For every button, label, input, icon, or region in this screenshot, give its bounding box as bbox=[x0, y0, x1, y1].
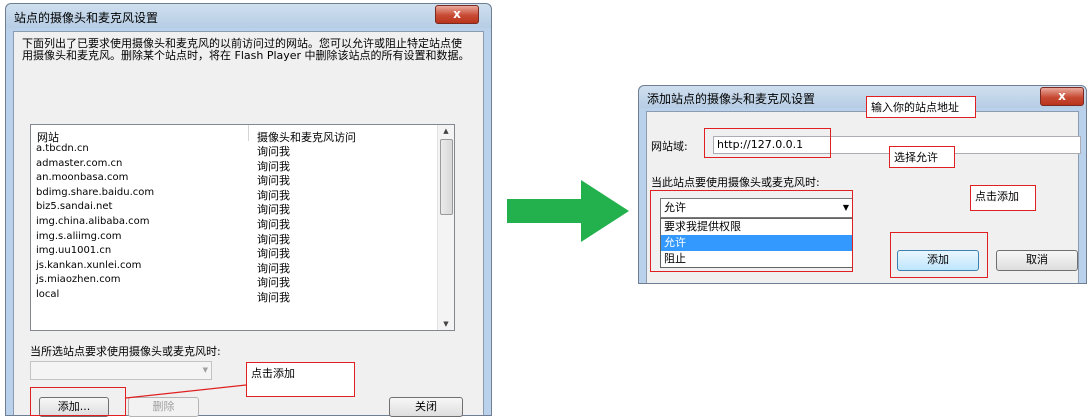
site-cell: img.uu1001.cn bbox=[36, 245, 112, 257]
site-cell: local bbox=[36, 289, 60, 300]
access-cell: 询问我 bbox=[257, 174, 290, 188]
table-row[interactable]: img.china.alibaba.com 询问我 bbox=[31, 216, 436, 231]
annotation-enter-address: 输入你的站点地址 bbox=[866, 96, 976, 118]
dialog-body: 下面列出了已要求使用摄像头和麦克风的以前访问过的网站。您可以允许或阻止特定站点使… bbox=[13, 31, 484, 417]
dialog-description: 下面列出了已要求使用摄像头和麦克风的以前访问过的网站。您可以允许或阻止特定站点使… bbox=[22, 37, 470, 62]
annotation-select-allow: 选择允许 bbox=[889, 146, 955, 168]
dropdown-highlight bbox=[650, 190, 853, 272]
chevron-down-icon: ▼ bbox=[202, 366, 208, 374]
access-cell: 询问我 bbox=[257, 276, 290, 290]
annotation-click-add-left: 点击添加 bbox=[246, 362, 355, 397]
site-cell: an.moonbasa.com bbox=[36, 172, 129, 184]
access-cell: 询问我 bbox=[257, 159, 290, 173]
site-cell: js.kankan.xunlei.com bbox=[36, 259, 142, 271]
site-cell: biz5.sandai.net bbox=[36, 201, 113, 213]
site-domain-label: 网站域: bbox=[651, 140, 688, 153]
site-cell: bdimg.share.baidu.com bbox=[36, 186, 155, 198]
table-row[interactable]: bdimg.share.baidu.com 询问我 bbox=[31, 186, 436, 202]
table-row[interactable]: biz5.sandai.net 询问我 bbox=[31, 201, 436, 217]
scroll-thumb[interactable] bbox=[440, 139, 453, 215]
access-select-disabled: ▼ bbox=[30, 361, 212, 380]
dialog-title: 站点的摄像头和麦克风设置 bbox=[14, 11, 159, 25]
access-cell: 询问我 bbox=[257, 247, 290, 261]
site-input-highlight bbox=[704, 128, 831, 158]
add-button-highlight bbox=[30, 387, 126, 416]
dialog-title: 添加站点的摄像头和麦克风设置 bbox=[647, 92, 816, 106]
site-cell: js.miaozhen.com bbox=[36, 274, 121, 286]
access-cell: 询问我 bbox=[257, 261, 290, 275]
arrow-right-icon bbox=[507, 180, 629, 242]
access-cell: 询问我 bbox=[257, 203, 290, 217]
annotation-click-add-right: 点击添加 bbox=[970, 185, 1036, 211]
close-button[interactable]: 关闭 bbox=[389, 397, 463, 417]
sites-table[interactable]: 网站 摄像头和麦克风访问 a.tbcdn.cn 询问我 admaster.com.c… bbox=[30, 124, 455, 331]
table-row[interactable]: js.miaozhen.com 询问我 bbox=[31, 274, 436, 290]
close-icon[interactable]: x bbox=[435, 5, 479, 24]
camera-mic-settings-dialog: 站点的摄像头和麦克风设置 x 下面列出了已要求使用摄像头和麦克风的以前访问过的网… bbox=[5, 3, 492, 417]
table-row[interactable]: local 询问我 bbox=[31, 289, 436, 304]
scroll-down-icon[interactable]: ▼ bbox=[438, 320, 454, 328]
delete-site-button: 删除 bbox=[128, 397, 199, 417]
close-icon[interactable]: x bbox=[1040, 87, 1084, 106]
site-cell: img.s.aliimg.com bbox=[36, 230, 122, 242]
table-row[interactable]: a.tbcdn.cn 询问我 bbox=[31, 143, 436, 158]
dialog-titlebar: 添加站点的摄像头和麦克风设置 x bbox=[639, 86, 1086, 108]
table-row[interactable]: js.kankan.xunlei.com 询问我 bbox=[31, 259, 436, 275]
access-cell: 询问我 bbox=[257, 291, 290, 304]
column-divider bbox=[248, 125, 249, 141]
access-prompt-label: 当此站点要使用摄像头或麦克风时: bbox=[651, 176, 820, 189]
table-row[interactable]: admaster.com.cn 询问我 bbox=[31, 157, 436, 173]
scroll-up-icon[interactable]: ▲ bbox=[438, 127, 454, 135]
access-cell: 询问我 bbox=[257, 145, 290, 158]
table-row[interactable]: img.uu1001.cn 询问我 bbox=[31, 245, 436, 261]
table-row[interactable]: an.moonbasa.com 询问我 bbox=[31, 172, 436, 188]
site-cell: a.tbcdn.cn bbox=[36, 143, 89, 154]
add-button-highlight bbox=[890, 232, 988, 278]
access-cell: 询问我 bbox=[257, 232, 290, 246]
vertical-scrollbar[interactable]: ▲ ▼ bbox=[437, 125, 454, 330]
cancel-button[interactable]: 取消 bbox=[996, 250, 1078, 271]
dialog-titlebar: 站点的摄像头和麦克风设置 x bbox=[6, 4, 491, 28]
access-cell: 询问我 bbox=[257, 188, 290, 202]
site-cell: img.china.alibaba.com bbox=[36, 216, 150, 227]
access-prompt-label: 当所选站点要求使用摄像头或麦克风时: bbox=[30, 345, 221, 358]
site-cell: admaster.com.cn bbox=[36, 157, 123, 169]
access-cell: 询问我 bbox=[257, 218, 290, 231]
table-row[interactable]: img.s.aliimg.com 询问我 bbox=[31, 230, 436, 246]
